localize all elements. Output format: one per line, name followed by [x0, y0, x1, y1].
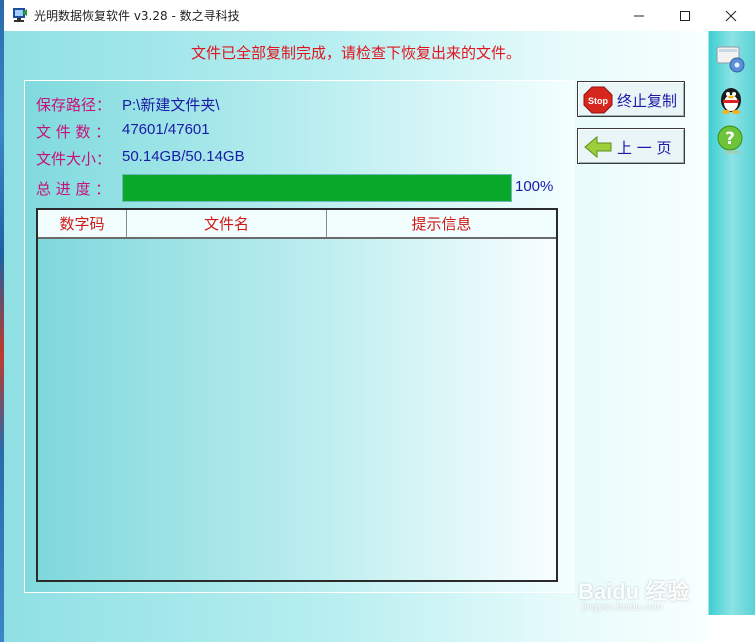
copy-info-panel: 保存路径： P:\新建文件夹\ 文 件 数 ： 47601/47601 文件大小… [24, 80, 574, 593]
help-question-icon[interactable]: ? [715, 123, 747, 155]
maximize-button[interactable] [662, 0, 708, 31]
status-message: 文件已全部复制完成，请检查下恢复出来的文件。 [190, 44, 521, 62]
file-list-table[interactable]: 数字码 文件名 提示信息 [36, 208, 558, 582]
column-header-code[interactable]: 数字码 [38, 210, 127, 237]
stop-sign-icon: Stop [583, 86, 613, 114]
baidu-watermark: Baidu 经验 jingyan.baidu.com [578, 574, 718, 614]
column-header-filename[interactable]: 文件名 [127, 210, 327, 237]
progress-percent: 100% [515, 178, 554, 195]
settings-gear-icon[interactable] [715, 43, 747, 75]
file-size-label: 文件大小： [36, 150, 112, 168]
title-bar[interactable]: 光明数据恢复软件 v3.28 - 数之寻科技 [4, 0, 755, 31]
save-path-label: 保存路径： [36, 96, 112, 114]
table-header: 数字码 文件名 提示信息 [38, 210, 556, 239]
progress-bar [122, 174, 512, 202]
progress-label: 总 进 度 ： [36, 180, 111, 198]
window-title: 光明数据恢复软件 v3.28 - 数之寻科技 [34, 9, 240, 23]
close-button[interactable] [708, 0, 754, 31]
window-bottom-edge [708, 615, 755, 642]
file-count-value: 47601/47601 [122, 121, 210, 138]
minimize-icon [634, 15, 644, 16]
file-count-label: 文 件 数 ： [36, 123, 111, 141]
right-toolbar: ? [708, 31, 755, 615]
minimize-button[interactable] [616, 0, 662, 31]
file-size-value: 50.14GB/50.14GB [122, 148, 245, 165]
save-path-value: P:\新建文件夹\ [122, 97, 220, 114]
svg-text:?: ? [725, 129, 735, 149]
back-button[interactable]: 上 一 页 [577, 128, 685, 164]
arrow-left-icon [584, 135, 612, 159]
back-label: 上 一 页 [617, 139, 672, 157]
column-header-message[interactable]: 提示信息 [327, 210, 556, 237]
stop-icon-text: Stop [588, 96, 608, 106]
watermark-url: jingyan.baidu.com [582, 602, 663, 613]
maximize-icon [680, 10, 690, 21]
stop-copy-button[interactable]: Stop 终止复制 [577, 81, 685, 117]
progress-bar-fill [123, 175, 511, 201]
main-client-area: 文件已全部复制完成，请检查下恢复出来的文件。 保存路径： P:\新建文件夹\ 文… [4, 31, 708, 642]
close-icon [725, 10, 737, 21]
stop-copy-label: 终止复制 [617, 92, 678, 110]
monitor-icon [13, 8, 27, 22]
qq-penguin-icon[interactable] [715, 83, 747, 115]
